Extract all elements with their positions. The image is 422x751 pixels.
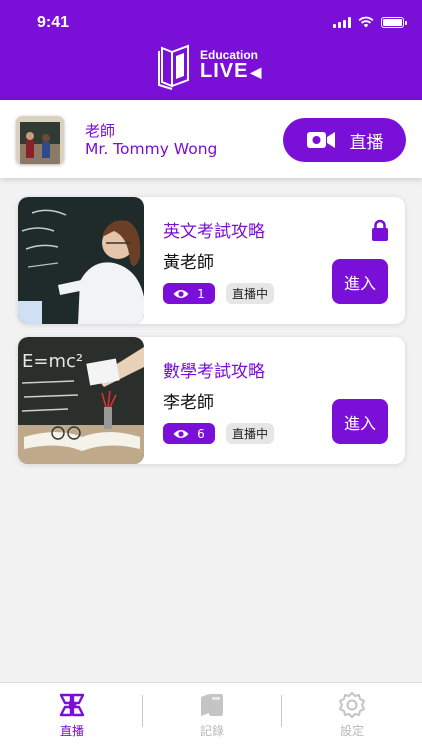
session-teacher: 李老師	[163, 393, 214, 413]
session-title: 數學考試攻略	[163, 362, 265, 382]
live-status-badge: 直播中	[226, 423, 275, 444]
app-header: 9:41 Education LIVE ◀	[0, 0, 422, 100]
enter-session-button[interactable]: 進入	[332, 399, 388, 444]
start-live-label: 直播	[349, 132, 384, 153]
tab-live[interactable]: 直播	[2, 683, 142, 751]
eye-icon	[173, 289, 189, 298]
logo-text-bottom: LIVE ◀	[200, 60, 263, 82]
live-tab-icon	[59, 693, 85, 717]
session-thumbnail	[18, 197, 144, 324]
status-icons	[333, 16, 407, 28]
viewer-count: 6	[197, 426, 205, 441]
settings-tab-icon	[339, 692, 365, 718]
enter-session-button[interactable]: 進入	[332, 259, 388, 304]
live-status-badge: 直播中	[226, 283, 275, 304]
profile-name: Mr. Tommy Wong	[85, 140, 218, 158]
svg-text:E=mc²: E=mc²	[22, 351, 83, 372]
viewer-count: 1	[197, 286, 205, 301]
tab-record-label: 記錄	[199, 724, 224, 738]
lock-icon	[372, 219, 388, 241]
eye-icon	[173, 429, 189, 438]
video-camera-icon	[306, 132, 335, 148]
tab-settings[interactable]: 設定	[282, 683, 422, 751]
profile-role: 老師	[85, 122, 116, 140]
session-title: 英文考試攻略	[163, 222, 265, 242]
tab-live-label: 直播	[59, 724, 84, 738]
bottom-tab-bar: 直播 記錄 設定	[0, 682, 422, 751]
signal-icon	[333, 16, 351, 28]
tab-settings-label: 設定	[339, 724, 364, 738]
session-teacher: 黃老師	[163, 253, 214, 273]
live-session-card[interactable]: 英文考試攻略 黃老師 1 直播中 進入	[18, 197, 405, 324]
avatar	[16, 116, 64, 164]
status-time: 9:41	[37, 14, 70, 31]
battery-icon	[381, 16, 407, 28]
live-session-card[interactable]: E=mc² 數學考試攻略 李老師 6 直播中 進入	[18, 337, 405, 464]
viewer-count-badge: 6	[163, 423, 215, 444]
tab-record[interactable]: 記錄	[142, 683, 282, 751]
session-thumbnail: E=mc²	[18, 337, 144, 464]
wifi-icon	[358, 16, 374, 28]
viewer-count-badge: 1	[163, 283, 215, 304]
record-tab-icon	[201, 694, 223, 716]
education-live-logo: Education LIVE ◀	[158, 42, 268, 92]
book-logo-icon	[158, 44, 189, 90]
start-live-button[interactable]: 直播	[283, 118, 406, 162]
